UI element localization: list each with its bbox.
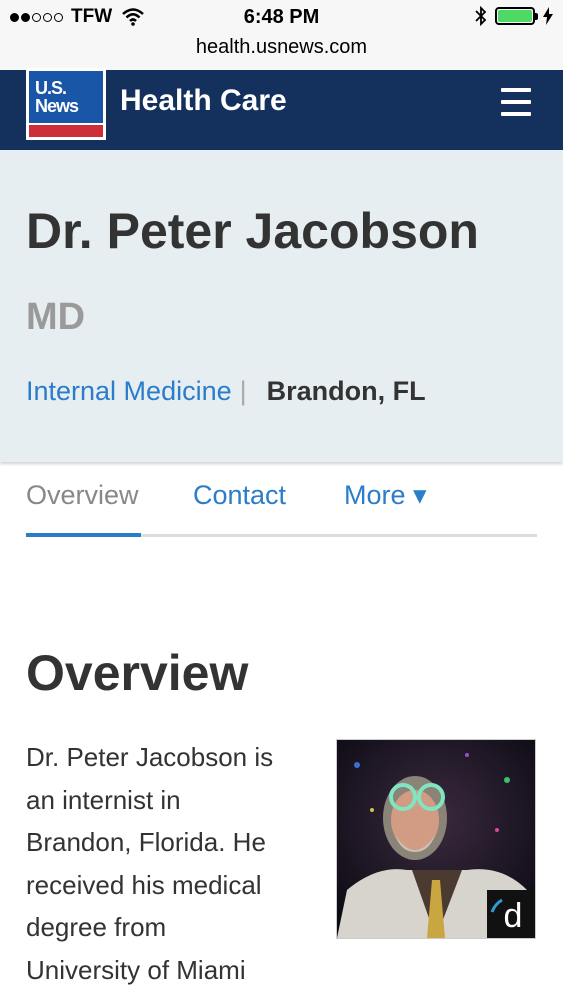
doctor-photo[interactable]: d <box>336 739 536 939</box>
site-header: U.S. News Health Care <box>0 68 563 150</box>
tab-contact[interactable]: Contact <box>193 480 286 511</box>
usnews-logo[interactable]: U.S. News <box>26 68 106 140</box>
site-section-title[interactable]: Health Care <box>120 84 287 118</box>
doctor-credentials: MD <box>26 296 86 338</box>
status-bar: TFW 6:48 PM health.usnews.com <box>0 0 563 70</box>
bluetooth-icon <box>475 6 487 26</box>
tab-overview[interactable]: Overview <box>26 480 139 511</box>
photo-badge-text: d <box>504 897 523 935</box>
overview-line: Dr. Peter Jacobson is <box>26 742 274 772</box>
overview-line: an internist in <box>26 784 181 815</box>
address-bar-url[interactable]: health.usnews.com <box>0 36 563 59</box>
doctor-location: Brandon, FL <box>266 376 426 406</box>
charging-icon <box>543 7 553 25</box>
overview-heading: Overview <box>26 645 249 701</box>
specialty-link[interactable]: Internal Medicine <box>26 376 232 407</box>
logo-text-us: U.S. <box>35 78 67 98</box>
profile-tabs: Overview Contact More ▾ <box>26 462 537 537</box>
hamburger-menu-icon[interactable] <box>501 88 531 116</box>
doctor-name: Dr. Peter Jacobson <box>26 203 479 259</box>
overview-line: received his medical <box>26 869 262 900</box>
overview-text: Dr. Peter Jacobson is an internist in Br… <box>26 736 316 991</box>
active-tab-indicator <box>26 533 141 537</box>
overview-line: University of Miami <box>26 954 246 985</box>
logo-text-news: News <box>35 96 79 116</box>
tab-more[interactable]: More ▾ <box>344 480 427 511</box>
overview-line: degree from <box>26 912 167 942</box>
overview-line: Brandon, Florida. He <box>26 827 266 857</box>
separator: | <box>239 376 247 406</box>
battery-icon <box>495 7 538 25</box>
doctor-header: Dr. Peter Jacobson MD Internal Medicine … <box>0 150 563 462</box>
